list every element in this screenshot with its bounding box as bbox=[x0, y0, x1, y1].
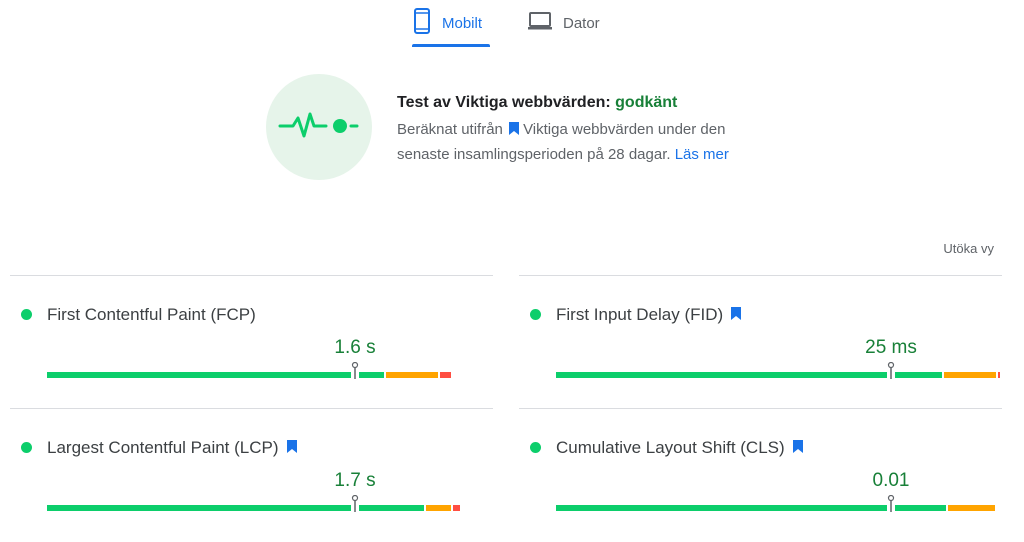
expand-view-button[interactable]: Utöka vy bbox=[943, 241, 994, 256]
tab-selected-indicator bbox=[412, 44, 490, 47]
metric-name-text: Largest Contentful Paint (LCP) bbox=[47, 438, 279, 457]
tab-desktop[interactable]: Dator bbox=[527, 0, 607, 46]
bookmark-icon bbox=[731, 305, 742, 325]
metric-value: 1.7 s bbox=[334, 470, 376, 491]
bookmark-icon bbox=[509, 119, 520, 143]
distribution-bar bbox=[556, 361, 1002, 379]
metric-lcp: Largest Contentful Paint (LCP) 1.7 s bbox=[10, 408, 493, 542]
tab-mobile[interactable]: Mobilt bbox=[412, 0, 490, 46]
device-tabs: Mobilt Dator bbox=[0, 0, 1024, 48]
metric-name-text: First Contentful Paint (FCP) bbox=[47, 305, 256, 324]
desc-prefix: Beräknat utifrån bbox=[397, 121, 503, 138]
bookmark-icon bbox=[792, 438, 803, 458]
good-segment bbox=[47, 505, 424, 511]
needs-improvement-segment bbox=[426, 505, 451, 511]
percentile-marker bbox=[351, 361, 359, 379]
needs-improvement-segment bbox=[944, 372, 996, 378]
bookmark-icon bbox=[286, 438, 297, 458]
poor-segment bbox=[440, 372, 451, 378]
metric-name: Cumulative Layout Shift (CLS) bbox=[556, 438, 803, 458]
poor-segment bbox=[998, 372, 1000, 378]
assessment-status: godkänt bbox=[615, 94, 678, 111]
percentile-marker bbox=[351, 494, 359, 512]
laptop-icon bbox=[527, 11, 553, 36]
good-status-dot bbox=[21, 309, 32, 320]
assessment-title-text: Test av Viktiga webbvärden: bbox=[397, 94, 611, 111]
metric-value: 0.01 bbox=[872, 470, 910, 491]
good-segment bbox=[556, 372, 942, 378]
distribution-bar bbox=[47, 361, 493, 379]
metric-fcp: First Contentful Paint (FCP) 1.6 s bbox=[10, 275, 493, 409]
pulse-icon bbox=[266, 74, 372, 180]
distribution-bar bbox=[556, 494, 1002, 512]
assessment-description: Beräknat utifrån Viktiga webbvärden unde… bbox=[397, 118, 777, 167]
good-status-dot bbox=[530, 442, 541, 453]
metric-value: 1.6 s bbox=[334, 337, 376, 358]
learn-more-link[interactable]: Läs mer bbox=[675, 146, 729, 163]
metric-name: Largest Contentful Paint (LCP) bbox=[47, 438, 297, 458]
distribution-bar bbox=[47, 494, 493, 512]
phone-icon bbox=[412, 7, 432, 39]
needs-improvement-segment bbox=[386, 372, 438, 378]
metric-name: First Input Delay (FID) bbox=[556, 305, 742, 325]
good-status-dot bbox=[21, 442, 32, 453]
metric-value: 25 ms bbox=[865, 337, 917, 358]
metric-cls: Cumulative Layout Shift (CLS) 0.01 bbox=[519, 408, 1002, 542]
percentile-marker bbox=[887, 494, 895, 512]
metric-fid: First Input Delay (FID) 25 ms bbox=[519, 275, 1002, 409]
good-status-dot bbox=[530, 309, 541, 320]
good-segment bbox=[47, 372, 384, 378]
assessment-title: Test av Viktiga webbvärden: godkänt bbox=[397, 94, 677, 112]
poor-segment bbox=[453, 505, 460, 511]
metric-name-text: Cumulative Layout Shift (CLS) bbox=[556, 438, 785, 457]
tab-desktop-label: Dator bbox=[563, 14, 600, 32]
metric-name-text: First Input Delay (FID) bbox=[556, 305, 724, 324]
needs-improvement-segment bbox=[948, 505, 995, 511]
tab-mobile-label: Mobilt bbox=[442, 14, 483, 32]
percentile-marker bbox=[887, 361, 895, 379]
metric-name: First Contentful Paint (FCP) bbox=[47, 305, 256, 325]
